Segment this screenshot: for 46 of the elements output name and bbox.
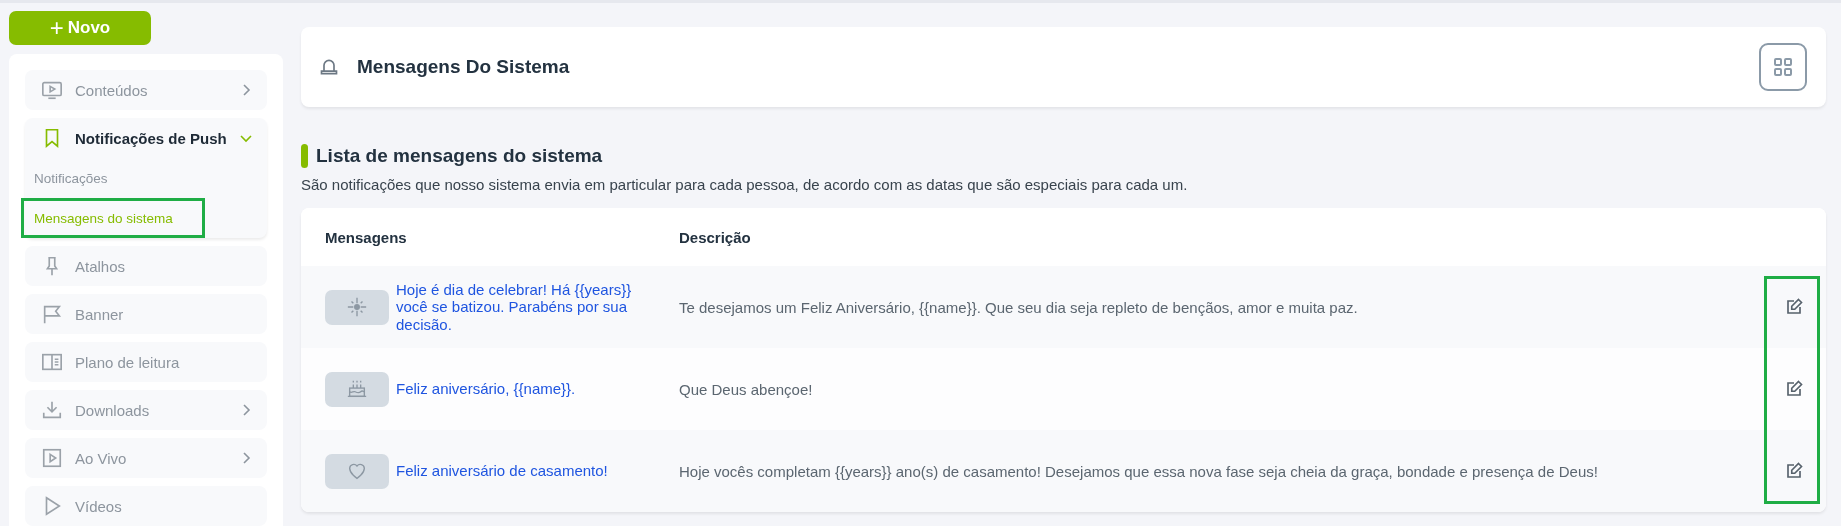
description-cell-text: Que Deus abençoe!: [679, 380, 814, 398]
edit-button[interactable]: [1785, 298, 1803, 316]
sidebar-item[interactable]: Plano de leitura: [25, 342, 267, 382]
sidebar-item[interactable]: Vídeos: [25, 486, 267, 526]
sidebar-item-label: Ao Vivo: [75, 449, 128, 467]
sidebar-item-label: Plano de leitura: [75, 353, 181, 371]
description-cell-text: Te desejamos um Feliz Aniversário, {{name}}. Que seu dia seja repleto de bençãos, amor e muita paz.: [679, 298, 1359, 316]
sidebar-item[interactable]: Conteúdos: [25, 70, 267, 110]
monitor-play-icon: [41, 79, 63, 101]
bell-icon: [319, 57, 339, 77]
sidebar-item-label: Vídeos: [75, 497, 123, 515]
download-icon: [41, 399, 63, 421]
new-button[interactable]: + Novo: [9, 11, 151, 45]
grid-view-button[interactable]: [1759, 43, 1807, 91]
sidebar-item-label: Notificações de Push: [75, 129, 227, 147]
grid-icon: [1774, 58, 1792, 76]
edit-button[interactable]: [1785, 462, 1803, 480]
flag-icon: [41, 303, 63, 325]
sidebar-item[interactable]: Ao Vivo: [25, 438, 267, 478]
sidebar-item-label: Atalhos: [75, 257, 127, 275]
sidebar-subitem[interactable]: Mensagens do sistema: [21, 198, 205, 238]
section-description: São notificações que nosso sistema envia em particular para cada pessoa, de acordo com as datas que são especiais para cada um.: [301, 176, 1189, 193]
sidebar-item[interactable]: Atalhos: [25, 246, 267, 286]
column-header: Descrição: [679, 228, 752, 246]
sidebar-item-label: Conteúdos: [75, 81, 149, 99]
column-header: Mensagens: [325, 228, 408, 246]
edit-icon: [1785, 298, 1803, 316]
edit-icon: [1785, 380, 1803, 398]
sidebar-item-label: Downloads: [75, 401, 151, 419]
message-link[interactable]: Feliz aniversário de casamento!: [396, 462, 608, 480]
section-title: Lista de mensagens do sistema: [316, 145, 603, 167]
sidebar-item[interactable]: Banner: [25, 294, 267, 334]
message-link[interactable]: Feliz aniversário, {{name}}.: [396, 380, 576, 398]
sidebar-item-label: Banner: [75, 305, 125, 323]
plus-icon: +: [49, 16, 64, 40]
book-panel-icon: [41, 351, 63, 373]
description-cell-text: Hoje vocês completam {{years}} ano(s) de casamento! Desejamos que essa nova fase seja cheia da graça, bondade e presença de Deus!: [679, 462, 1599, 480]
page-title: Mensagens Do Sistema: [357, 56, 571, 78]
message-link[interactable]: Hoje é dia de celebrar! Há {{years}} você se batizou. Parabéns por sua decisão.: [396, 281, 641, 333]
edit-icon: [1785, 462, 1803, 480]
cake-icon: [346, 378, 368, 400]
accent-bar: [301, 144, 308, 168]
edit-button[interactable]: [1785, 380, 1803, 398]
play-icon: [41, 447, 63, 469]
sparkle-icon: [346, 296, 368, 318]
sidebar-item[interactable]: Downloads: [25, 390, 267, 430]
